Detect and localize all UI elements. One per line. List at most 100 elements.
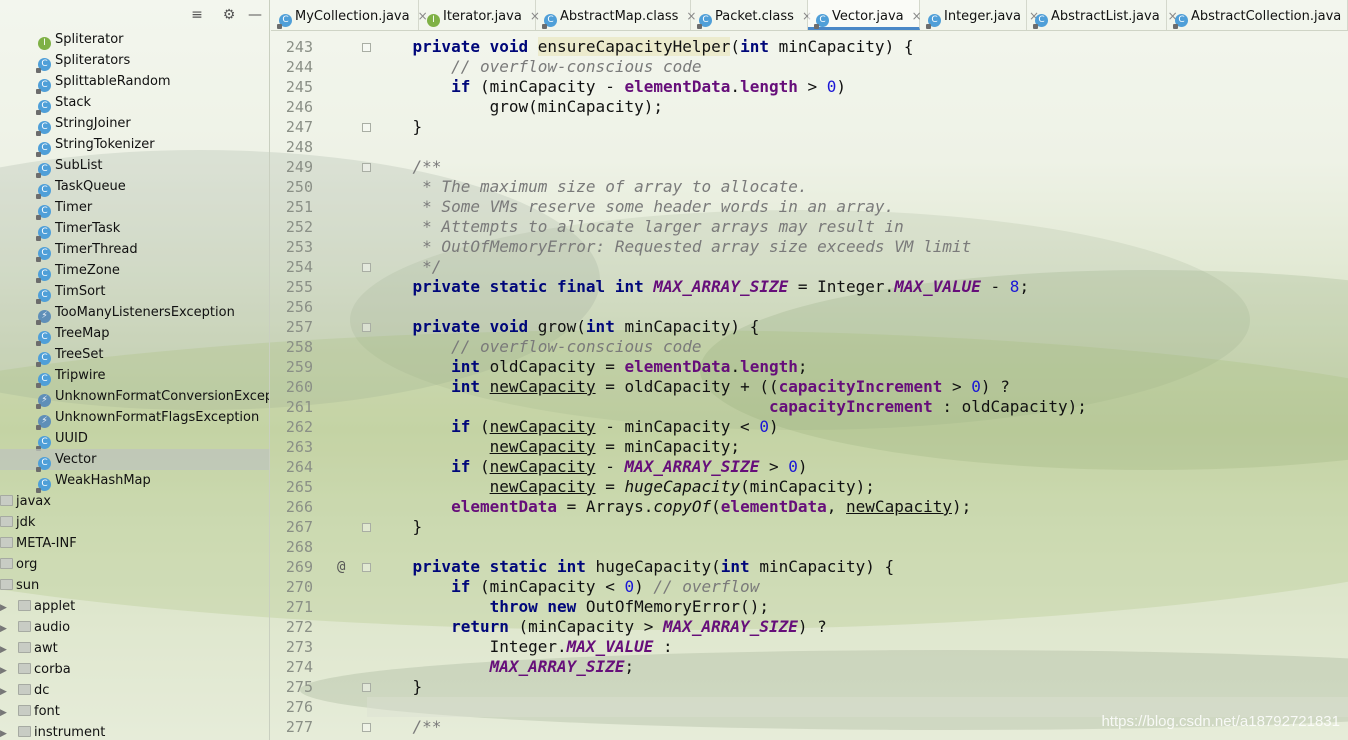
line-number: 246 bbox=[285, 98, 313, 116]
code-line[interactable]: } bbox=[374, 677, 423, 697]
interface-icon: I bbox=[38, 37, 51, 50]
code-line[interactable]: // overflow-conscious code bbox=[374, 337, 701, 357]
tree-item-uuid[interactable]: C UUID bbox=[0, 428, 269, 451]
tab-iterator-java[interactable]: I Iterator.java × bbox=[419, 0, 540, 30]
tab-integer-java[interactable]: C Integer.java × bbox=[920, 0, 1039, 30]
fold-marker-icon[interactable] bbox=[362, 683, 371, 692]
code-line[interactable]: */ bbox=[374, 257, 441, 277]
tree-item-corba[interactable]: ▶ corba bbox=[0, 659, 269, 682]
fold-marker-icon[interactable] bbox=[362, 263, 371, 272]
tree-item-toomanylistenersexception[interactable]: ⚡ TooManyListenersException bbox=[0, 302, 269, 325]
tree-item-font[interactable]: ▶ font bbox=[0, 701, 269, 724]
fold-marker-icon[interactable] bbox=[362, 523, 371, 532]
tree-item-timsort[interactable]: C TimSort bbox=[0, 281, 269, 304]
tab-packet-class[interactable]: C Packet.class × bbox=[691, 0, 812, 30]
code-line[interactable]: private static final int MAX_ARRAY_SIZE … bbox=[374, 277, 1030, 297]
code-line[interactable]: if (newCapacity - minCapacity < 0) bbox=[374, 417, 779, 437]
tree-item-instrument[interactable]: ▶ instrument bbox=[0, 722, 269, 740]
tree-item-treemap[interactable]: C TreeMap bbox=[0, 323, 269, 346]
expand-arrow-icon[interactable]: ▶ bbox=[0, 619, 18, 640]
code-line[interactable]: int newCapacity = oldCapacity + ((capaci… bbox=[374, 377, 1010, 397]
tree-item-vector[interactable]: C Vector bbox=[0, 449, 269, 472]
code-line[interactable]: // overflow-conscious code bbox=[374, 57, 701, 77]
tree-item-taskqueue[interactable]: C TaskQueue bbox=[0, 176, 269, 199]
fold-marker-icon[interactable] bbox=[362, 123, 371, 132]
code-line[interactable]: } bbox=[374, 517, 423, 537]
tree-item-spliterator[interactable]: I Spliterator bbox=[0, 29, 269, 50]
code-line[interactable]: * OutOfMemoryError: Requested array size… bbox=[374, 237, 971, 257]
line-number: 274 bbox=[285, 658, 313, 676]
expand-arrow-icon[interactable]: ▶ bbox=[0, 661, 18, 682]
expand-arrow-icon[interactable]: ▶ bbox=[0, 724, 18, 740]
tree-item-splittablerandom[interactable]: C SplittableRandom bbox=[0, 71, 269, 94]
tab-abstractlist-java[interactable]: C AbstractList.java × bbox=[1027, 0, 1178, 30]
tree-item-unknownformatflagsexception[interactable]: ⚡ UnknownFormatFlagsException bbox=[0, 407, 269, 430]
tab-vector-java[interactable]: C Vector.java × bbox=[808, 0, 922, 30]
code-line[interactable]: newCapacity = hugeCapacity(minCapacity); bbox=[374, 477, 875, 497]
package-folder-icon bbox=[0, 495, 13, 506]
override-marker-icon[interactable]: @ bbox=[337, 557, 345, 577]
tree-item-weakhashmap[interactable]: C WeakHashMap bbox=[0, 470, 269, 493]
tree-item-tripwire[interactable]: C Tripwire bbox=[0, 365, 269, 388]
code-line[interactable]: if (newCapacity - MAX_ARRAY_SIZE > 0) bbox=[374, 457, 807, 477]
tree-item-meta-inf[interactable]: META-INF bbox=[0, 533, 269, 554]
hide-icon[interactable]: — bbox=[246, 6, 264, 24]
tree-item-stringtokenizer[interactable]: C StringTokenizer bbox=[0, 134, 269, 157]
code-line[interactable]: private static int hugeCapacity(int minC… bbox=[374, 557, 895, 577]
tree-item-audio[interactable]: ▶ audio bbox=[0, 617, 269, 640]
tree-item-timerthread[interactable]: C TimerThread bbox=[0, 239, 269, 262]
tree-item-sublist[interactable]: C SubList bbox=[0, 155, 269, 178]
code-line[interactable]: if (minCapacity < 0) // overflow bbox=[374, 577, 759, 597]
tree-item-timezone[interactable]: C TimeZone bbox=[0, 260, 269, 283]
code-line[interactable]: if (minCapacity - elementData.length > 0… bbox=[374, 77, 846, 97]
code-line[interactable]: /** bbox=[374, 157, 442, 177]
expand-arrow-icon[interactable]: ▶ bbox=[0, 682, 18, 703]
tree-item-awt[interactable]: ▶ awt bbox=[0, 638, 269, 661]
fold-marker-icon[interactable] bbox=[362, 163, 371, 172]
tree-item-stringjoiner[interactable]: C StringJoiner bbox=[0, 113, 269, 136]
tab-abstractmap-class[interactable]: C AbstractMap.class × bbox=[536, 0, 696, 30]
tree-item-timertask[interactable]: C TimerTask bbox=[0, 218, 269, 241]
code-line[interactable]: private void grow(int minCapacity) { bbox=[374, 317, 760, 337]
code-line[interactable]: grow(minCapacity); bbox=[374, 97, 663, 117]
expand-arrow-icon[interactable]: ▶ bbox=[0, 640, 18, 661]
code-line[interactable]: int oldCapacity = elementData.length; bbox=[374, 357, 807, 377]
gear-icon[interactable]: ⚙ bbox=[220, 6, 238, 24]
tree-item-label: WeakHashMap bbox=[55, 473, 151, 488]
tree-item-spliterators[interactable]: C Spliterators bbox=[0, 50, 269, 73]
tree-item-stack[interactable]: C Stack bbox=[0, 92, 269, 115]
tree-item-treeset[interactable]: C TreeSet bbox=[0, 344, 269, 367]
tree-item-jdk[interactable]: jdk bbox=[0, 512, 269, 533]
code-line[interactable]: } bbox=[374, 117, 423, 137]
fold-marker-icon[interactable] bbox=[362, 723, 371, 732]
code-line[interactable]: * Some VMs reserve some header words in … bbox=[374, 197, 894, 217]
code-line[interactable]: /** bbox=[374, 717, 442, 737]
fold-marker-icon[interactable] bbox=[362, 563, 371, 572]
code-line[interactable]: * Attempts to allocate larger arrays may… bbox=[374, 217, 904, 237]
tree-item-javax[interactable]: javax bbox=[0, 491, 269, 512]
code-line[interactable]: private void ensureCapacityHelper(int mi… bbox=[374, 37, 913, 57]
fold-marker-icon[interactable] bbox=[362, 43, 371, 52]
code-line[interactable]: throw new OutOfMemoryError(); bbox=[374, 597, 769, 617]
line-number: 277 bbox=[285, 718, 313, 736]
collapse-icon[interactable]: ≡ bbox=[188, 6, 206, 24]
code-editor[interactable]: 243 private void ensureCapacityHelper(in… bbox=[271, 31, 1348, 740]
code-line[interactable]: capacityIncrement : oldCapacity); bbox=[374, 397, 1087, 417]
code-line[interactable]: Integer.MAX_VALUE : bbox=[374, 637, 673, 657]
tab-abstractcollection-java[interactable]: CAbstractCollection.java× bbox=[1167, 0, 1348, 30]
tab-mycollection-java[interactable]: C MyCollection.java × bbox=[271, 0, 428, 30]
tree-item-unknownformatconversionexception[interactable]: ⚡ UnknownFormatConversionException bbox=[0, 386, 269, 409]
tree-item-org[interactable]: org bbox=[0, 554, 269, 575]
tree-item-dc[interactable]: ▶ dc bbox=[0, 680, 269, 703]
expand-arrow-icon[interactable]: ▶ bbox=[0, 703, 18, 724]
code-line[interactable]: newCapacity = minCapacity; bbox=[374, 437, 740, 457]
tree-item-sun[interactable]: sun bbox=[0, 575, 269, 596]
code-line[interactable]: MAX_ARRAY_SIZE; bbox=[374, 657, 635, 677]
tree-item-timer[interactable]: C Timer bbox=[0, 197, 269, 220]
code-line[interactable]: elementData = Arrays.copyOf(elementData,… bbox=[374, 497, 971, 517]
code-line[interactable]: * The maximum size of array to allocate. bbox=[374, 177, 807, 197]
code-line[interactable]: return (minCapacity > MAX_ARRAY_SIZE) ? bbox=[374, 617, 827, 637]
expand-arrow-icon[interactable]: ▶ bbox=[0, 598, 18, 619]
tree-item-applet[interactable]: ▶ applet bbox=[0, 596, 269, 619]
fold-marker-icon[interactable] bbox=[362, 323, 371, 332]
